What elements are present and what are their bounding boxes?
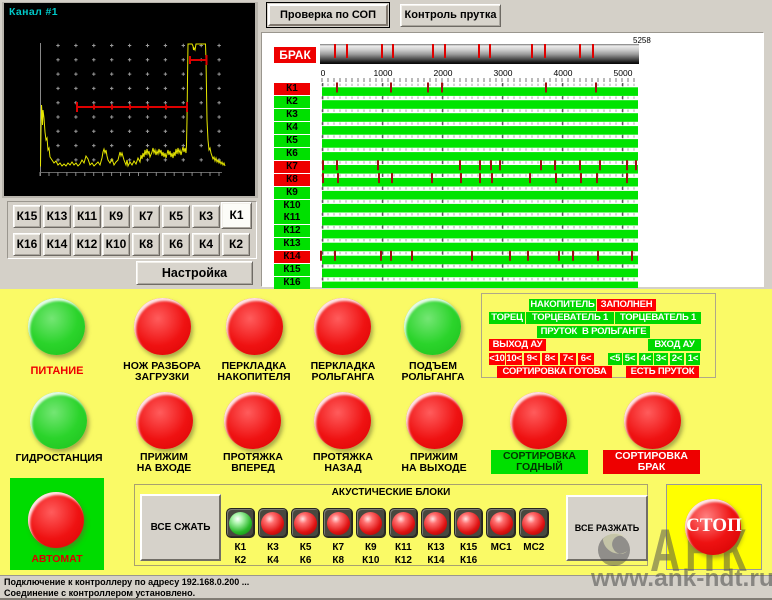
svg-text:www.ank-ndt.ru: www.ank-ndt.ru <box>590 565 772 592</box>
